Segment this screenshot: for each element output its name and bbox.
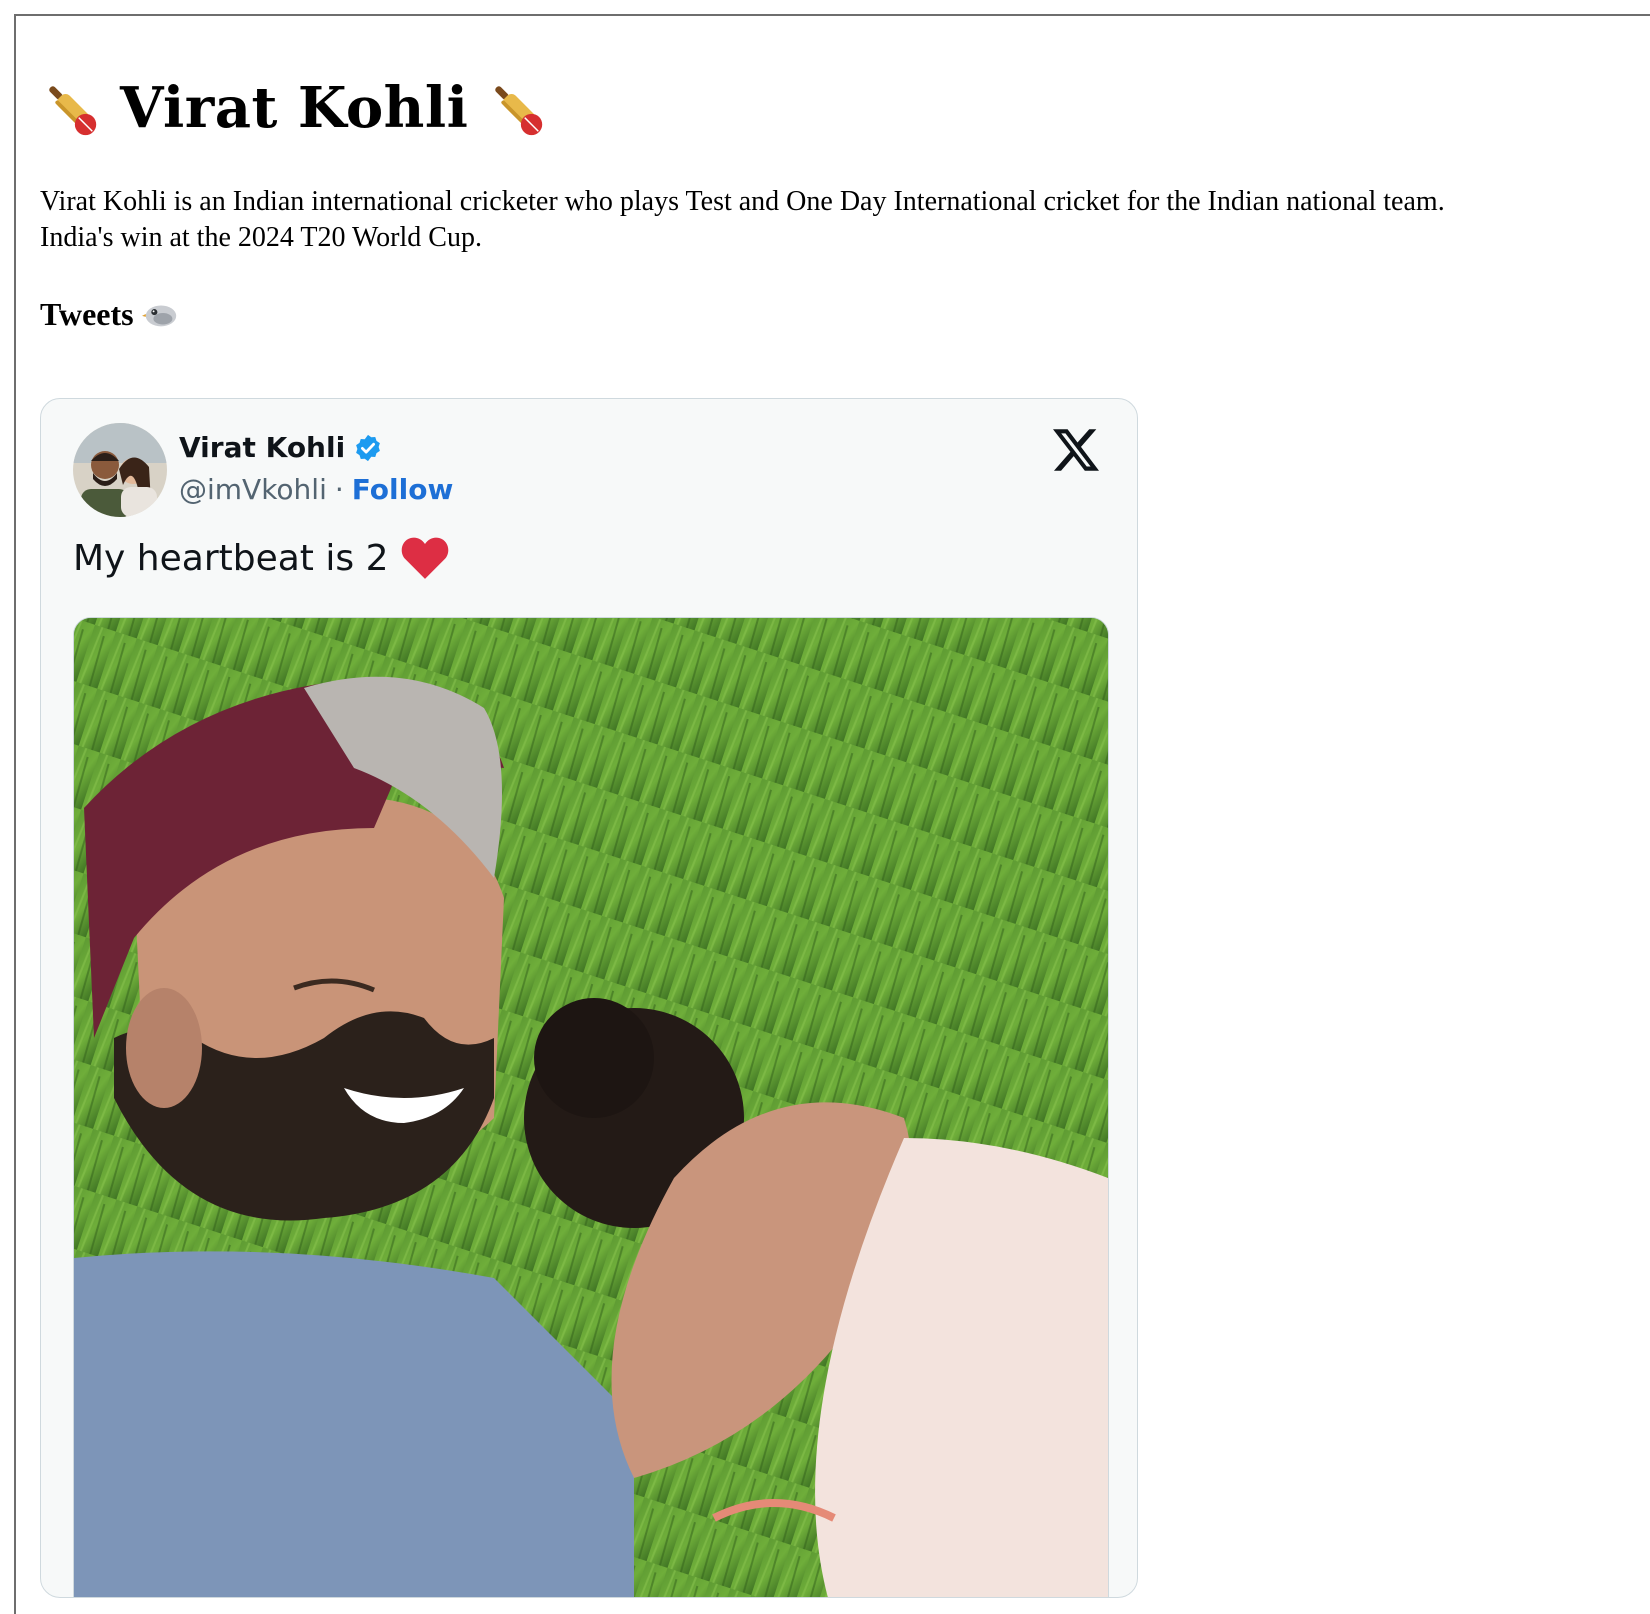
page-content: Virat Kohli Virat Kohli is an Indian int… (40, 60, 1650, 1598)
author-avatar[interactable] (73, 423, 167, 517)
author-handle[interactable]: @imVkohli (179, 473, 327, 506)
cricket-bat-icon (49, 86, 97, 136)
page-title-text: Virat Kohli (120, 75, 469, 141)
bird-icon (141, 305, 176, 327)
cricket-bat-icon (495, 86, 543, 136)
handle-separator: · (334, 473, 344, 506)
tweet-text: My heartbeat is 2 (73, 535, 450, 581)
author-name-text[interactable]: Virat Kohli (179, 431, 345, 464)
handle-row: @imVkohli · Follow (179, 473, 453, 506)
tweets-heading-text: Tweets (40, 296, 134, 332)
verified-badge-icon (356, 434, 381, 461)
tweet-text-content: My heartbeat is 2 (73, 537, 389, 579)
tweet-media-image[interactable] (73, 617, 1109, 1597)
tweets-heading: Tweets (40, 294, 1650, 334)
page-title: Virat Kohli (40, 60, 1650, 156)
author-name[interactable]: Virat Kohli (179, 431, 383, 464)
red-heart-icon (402, 537, 449, 579)
x-logo-icon[interactable] (1053, 427, 1099, 473)
intro-line-2: India's win at the 2024 T20 World Cup. (40, 222, 482, 253)
tweet-card[interactable]: Virat Kohli @imVkohli · Follow My heartb… (40, 398, 1138, 1598)
intro-paragraph: Virat Kohli is an Indian international c… (40, 184, 1650, 256)
intro-line-1: Virat Kohli is an Indian international c… (40, 186, 1445, 217)
follow-button[interactable]: Follow (352, 473, 454, 506)
